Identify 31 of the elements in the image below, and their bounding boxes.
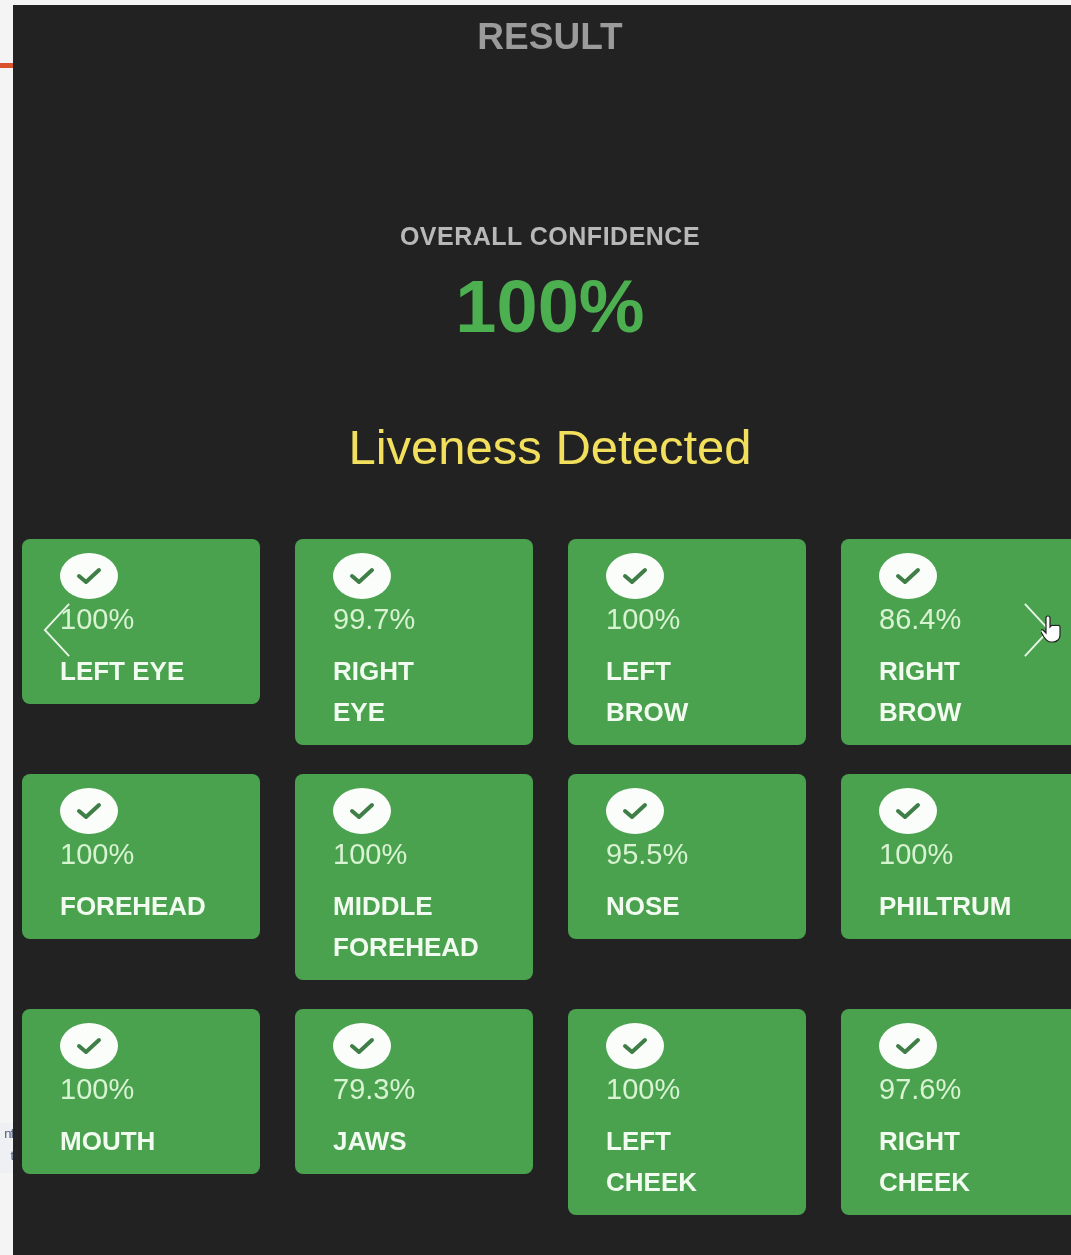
- region-label: PHILTRUM: [879, 890, 1012, 923]
- region-percent: 100%: [60, 837, 135, 872]
- region-percent: 100%: [606, 602, 681, 637]
- confidence-label: OVERALL CONFIDENCE: [399, 221, 701, 251]
- region-percent: 86.4%: [879, 602, 962, 637]
- region-label: FOREHEAD: [60, 890, 206, 923]
- text-fragment: nf: [4, 1125, 13, 1143]
- liveness-status: Liveness Detected: [348, 419, 752, 476]
- region-percent: 100%: [879, 837, 954, 872]
- region-label: RIGHT CHEEK: [879, 1125, 970, 1199]
- text-fragment: t: [10, 1147, 13, 1165]
- region-label: RIGHT EYE: [333, 655, 414, 729]
- result-title: RESULT: [477, 15, 623, 59]
- region-percent: 97.6%: [879, 1072, 962, 1107]
- region-percent: 95.5%: [606, 837, 689, 872]
- region-label: RIGHT BROW: [879, 655, 962, 729]
- region-label: JAWS: [333, 1125, 407, 1158]
- region-label: LEFT CHEEK: [606, 1125, 697, 1199]
- region-percent: 100%: [60, 1072, 135, 1107]
- region-percent: 79.3%: [333, 1072, 416, 1107]
- region-percent: 100%: [333, 837, 408, 872]
- accent-bar: [0, 63, 13, 68]
- region-percent: 100%: [60, 602, 135, 637]
- region-label: MOUTH: [60, 1125, 156, 1158]
- region-label: NOSE: [606, 890, 680, 923]
- region-percent: 99.7%: [333, 602, 416, 637]
- region-label: LEFT BROW: [606, 655, 689, 729]
- confidence-value: 100%: [455, 265, 645, 349]
- region-percent: 100%: [606, 1072, 681, 1107]
- region-label: MIDDLE FOREHEAD: [333, 890, 479, 964]
- region-label: LEFT EYE: [60, 655, 185, 688]
